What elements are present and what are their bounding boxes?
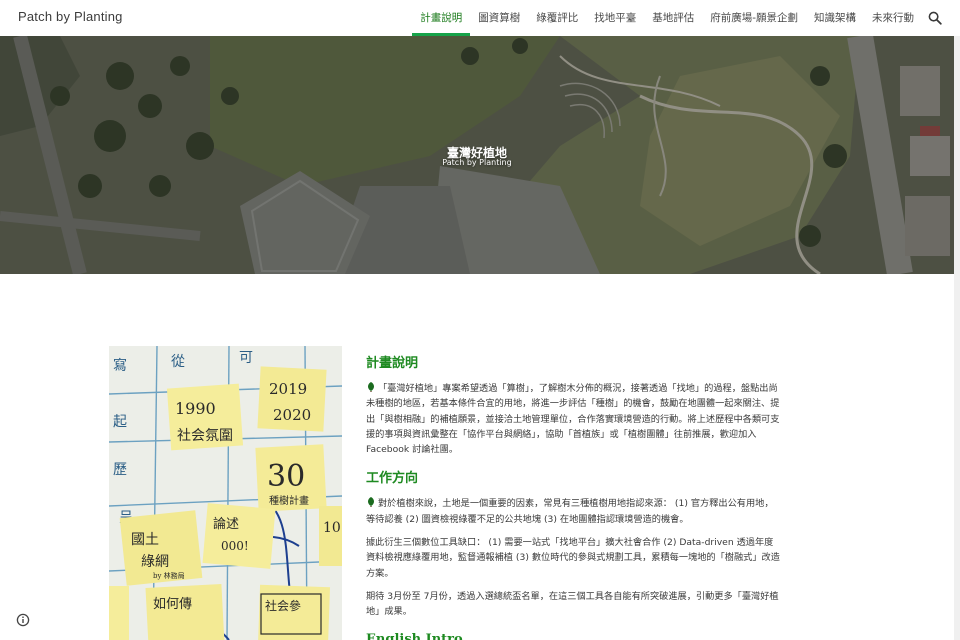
note-text: 000! <box>221 539 249 553</box>
nav-item-label: 綠覆評比 <box>536 12 579 24</box>
content-column: 計畫說明 「臺灣好植地」專案希望透過「算樹」，了解樹木分佈的概況，接著透過「找地… <box>366 352 780 640</box>
hero-subtitle: Patch by Planting <box>442 158 512 167</box>
note-text: by 林務局 <box>153 571 185 580</box>
search-button[interactable] <box>922 0 948 36</box>
hero-banner: 臺灣好植地 Patch by Planting <box>0 36 960 274</box>
note-text: 國土 <box>131 532 159 548</box>
note-text: 2020 <box>273 406 311 424</box>
main-nav: 計畫說明 圖資算樹 綠覆評比 找地平臺 基地評估 府前廣場-願景企劃 知識架構 … <box>412 0 960 36</box>
whiteboard-image: 寫從可 起歷呈 1990 社会氛圍 2019 2020 30 種樹計畫 國土 綠… <box>109 346 342 640</box>
svg-text:起: 起 <box>113 414 127 430</box>
leaf-icon <box>368 497 374 508</box>
svg-text:可: 可 <box>239 350 253 366</box>
top-bar: Patch by Planting 計畫說明 圖資算樹 綠覆評比 找地平臺 基地… <box>0 0 960 36</box>
direction-paragraph-3: 期待 3月份至 7月份，透過入選總統盃名單，在這三個工具各自能有所突破進展，引動… <box>366 590 779 618</box>
note-text: 綠網 <box>141 554 169 570</box>
nav-item-green-coverage[interactable]: 綠覆評比 <box>528 0 586 36</box>
direction-paragraph-1: 對於植樹來說，土地是一個重要的因素，常見有三種植樹用地指認來源： (1) 官方釋… <box>366 496 780 527</box>
section-heading-plan: 計畫說明 <box>366 356 419 371</box>
note-text: 社会參 <box>265 598 301 613</box>
nav-item-plaza-vision[interactable]: 府前廣場-願景企劃 <box>702 0 806 36</box>
nav-item-plan[interactable]: 計畫說明 <box>412 0 471 36</box>
info-icon <box>16 613 30 627</box>
sticky-notes-photo: 寫從可 起歷呈 1990 社会氛圍 2019 2020 30 種樹計畫 國土 綠… <box>109 346 342 640</box>
nav-item-tree-count[interactable]: 圖資算樹 <box>470 0 528 36</box>
note-text: 1990 <box>175 399 216 418</box>
svg-text:歷: 歷 <box>113 462 127 478</box>
nav-item-site-assessment[interactable]: 基地評估 <box>644 0 702 36</box>
nav-item-label: 基地評估 <box>652 12 695 24</box>
leaf-icon <box>368 382 374 392</box>
section-heading-english: English Intro <box>366 631 463 640</box>
plan-paragraph: 「臺灣好植地」專案希望透過「算樹」，了解樹木分佈的概況，接著透過「找地」的過程，… <box>366 381 780 457</box>
note-text: 2019 <box>269 380 307 398</box>
site-info-button[interactable] <box>16 612 30 627</box>
section-heading-direction: 工作方向 <box>366 471 419 487</box>
nav-item-label: 找地平臺 <box>594 12 637 24</box>
note-text: 種樹計畫 <box>269 494 309 507</box>
note-text: 社会氛圍 <box>177 428 233 444</box>
nav-item-label: 知識架構 <box>814 12 856 24</box>
note-text: 30 <box>267 459 305 494</box>
plan-text: 「臺灣好植地」專案希望透過「算樹」，了解樹木分佈的概況，接著透過「找地」的過程，… <box>366 383 780 456</box>
nav-item-find-land[interactable]: 找地平臺 <box>586 0 644 36</box>
nav-item-knowledge[interactable]: 知識架構 <box>806 0 864 36</box>
nav-item-label: 府前廣場-願景企劃 <box>710 12 798 24</box>
site-title[interactable]: Patch by Planting <box>18 9 123 24</box>
direction-text-1: 對於植樹來說，土地是一個重要的因素，常見有三種植樹用地指認來源： (1) 官方釋… <box>366 498 774 525</box>
direction-paragraph-2: 據此衍生三個數位工具缺口： (1) 需要一站式「找地平台」擴大社會合作 (2) … <box>366 537 780 579</box>
note-text: 如何傳 <box>153 596 192 612</box>
note-text: 10 <box>323 520 341 536</box>
nav-item-label: 圖資算樹 <box>478 12 521 24</box>
svg-text:寫: 寫 <box>113 357 127 374</box>
nav-item-label: 未來行動 <box>872 12 914 24</box>
svg-text:從: 從 <box>171 354 185 370</box>
note-text: 論述 <box>213 516 239 532</box>
nav-item-future-action[interactable]: 未來行動 <box>864 0 922 36</box>
page-scrollbar[interactable] <box>954 36 960 640</box>
nav-item-label: 計畫說明 <box>420 12 463 24</box>
search-icon <box>928 11 942 25</box>
